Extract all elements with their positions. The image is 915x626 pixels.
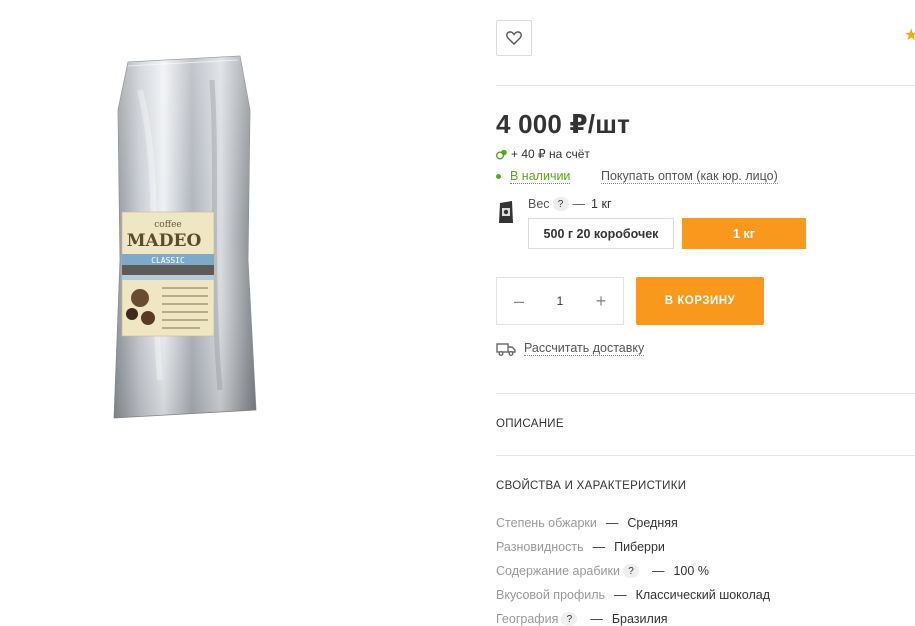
add-to-favorites-button[interactable] [496, 20, 532, 56]
property-row-arabica: Содержание арабики ? — 100 % [496, 564, 709, 578]
property-value: 100 % [673, 564, 709, 578]
quantity-stepper: – 1 + [496, 277, 624, 325]
property-dash: — [605, 516, 619, 530]
package-brand: MADEO [127, 231, 202, 251]
delivery-calculator-label[interactable]: Рассчитать доставку [524, 341, 645, 356]
package-brand-top: coffee [154, 220, 182, 230]
divider [496, 455, 915, 456]
stock-status-label[interactable]: В наличии [510, 169, 571, 184]
property-dash: — [592, 540, 606, 554]
truck-icon [496, 342, 516, 356]
product-image[interactable]: coffee MADEO CLASSIC [100, 50, 270, 430]
weight-selected-value: 1 кг [591, 197, 612, 211]
bonus-info: + 40 ₽ на счёт [496, 147, 590, 161]
quantity-input[interactable]: 1 [557, 294, 564, 308]
property-help-icon[interactable]: ? [561, 612, 578, 626]
quantity-decrease-button[interactable]: – [511, 291, 527, 312]
property-value: Классический шоколад [635, 588, 770, 602]
bonus-coins-icon [496, 149, 507, 159]
weight-help-icon[interactable]: ? [552, 197, 569, 211]
property-row-geography: География ? — Бразилия [496, 612, 668, 626]
wholesale-link[interactable]: Покупать оптом (как юр. лицо) [601, 169, 778, 184]
star-icon[interactable]: ★ [904, 28, 915, 44]
heart-icon [506, 31, 522, 45]
divider [496, 85, 915, 86]
quantity-increase-button[interactable]: + [593, 291, 609, 312]
package-variant: CLASSIC [151, 256, 185, 265]
property-dash: — [614, 588, 627, 602]
property-key: Степень обжарки [496, 516, 597, 530]
property-row-taste: Вкусовой профиль — Классический шоколад [496, 588, 770, 602]
property-value: Пиберри [614, 540, 665, 554]
package-icon [499, 201, 513, 223]
property-help-icon[interactable]: ? [622, 564, 639, 578]
weight-option-1kg[interactable]: 1 кг [682, 218, 806, 249]
property-key: Разновидность [496, 540, 584, 554]
property-key: География [496, 612, 559, 626]
bonus-text: + 40 ₽ на счёт [511, 147, 590, 161]
add-to-cart-button[interactable]: В КОРЗИНУ [636, 277, 764, 325]
property-value: Средняя [627, 516, 678, 530]
weight-selector-label: Вес ? — 1 кг [528, 197, 612, 211]
property-dash: — [651, 564, 665, 578]
stock-indicator-icon [496, 174, 501, 179]
property-value: Бразилия [611, 612, 668, 626]
property-key: Вкусовой профиль [496, 588, 606, 602]
product-price: 4 000 ₽/шт [496, 109, 631, 139]
weight-dash: — [572, 197, 586, 211]
delivery-calculator[interactable]: Рассчитать доставку [496, 341, 645, 356]
weight-option-500g[interactable]: 500 г 20 коробочек [528, 218, 674, 249]
property-row-roast: Степень обжарки — Средняя [496, 516, 678, 530]
property-dash: — [590, 612, 603, 626]
property-row-variety: Разновидность — Пиберри [496, 540, 665, 554]
weight-label: Вес [528, 197, 550, 211]
properties-section-toggle[interactable]: СВОЙСТВА И ХАРАКТЕРИСТИКИ [496, 480, 686, 492]
divider [496, 393, 915, 394]
property-key: Содержание арабики [496, 564, 620, 578]
description-section-toggle[interactable]: ОПИСАНИЕ [496, 418, 564, 430]
stock-status: В наличии [496, 169, 571, 184]
